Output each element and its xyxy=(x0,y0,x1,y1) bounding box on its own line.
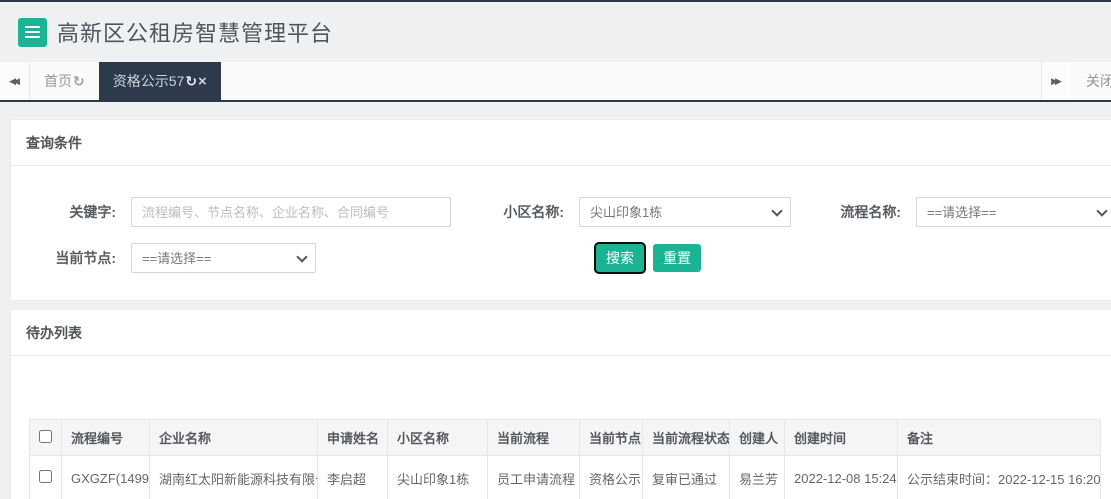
col-create-time: 创建时间 xyxy=(785,420,898,456)
tabs-scroll-left-button[interactable]: ◀◀ xyxy=(0,62,30,100)
table-row[interactable]: GXGZF(14993) 湖南红太阳新能源科技有限公司 李启超 尖山印象1栋 员… xyxy=(30,456,1101,499)
todo-table: 流程编号 企业名称 申请姓名 小区名称 当前流程 当前节点 当前流程状态 创建人… xyxy=(29,419,1101,499)
table-header-row: 流程编号 企业名称 申请姓名 小区名称 当前流程 当前节点 当前流程状态 创建人… xyxy=(30,420,1101,456)
todo-panel-title: 待办列表 xyxy=(11,310,1111,356)
todo-list-panel: 待办列表 流程编号 企业名称 申请姓名 小区名称 当前流程 当前节点 当前流程状… xyxy=(10,309,1111,499)
col-current-node: 当前节点 xyxy=(580,420,643,456)
cell-applicant-name: 李启超 xyxy=(318,456,388,499)
tab-bar: ◀◀ 首页 ↻ 资格公示57 ↻ × ▶▶ 关闭 xyxy=(0,62,1111,102)
row-checkbox[interactable] xyxy=(39,470,52,483)
todo-table-container: 流程编号 企业名称 申请姓名 小区名称 当前流程 当前节点 当前流程状态 创建人… xyxy=(11,356,1111,499)
cell-flow-status: 复审已通过 xyxy=(643,456,730,499)
tabbar-spacer xyxy=(221,62,1041,100)
double-left-arrow-icon: ◀◀ xyxy=(9,76,20,87)
close-icon[interactable]: × xyxy=(198,74,207,89)
tab-home-label: 首页 xyxy=(44,71,72,91)
col-company-name: 企业名称 xyxy=(150,420,318,456)
cell-flow-number: GXGZF(14993) xyxy=(62,456,150,499)
query-panel-title: 查询条件 xyxy=(11,120,1111,166)
community-name-label: 小区名称: xyxy=(451,202,564,222)
query-form: 关键字: 小区名称: 尖山印象1栋 流程名称: ==请选择== xyxy=(11,166,1111,300)
refresh-icon[interactable]: ↻ xyxy=(185,73,197,90)
cell-remark: 公示结束时间：2022-12-15 16:20:43 xyxy=(898,456,1101,499)
cell-current-flow: 员工申请流程 xyxy=(488,456,580,499)
hamburger-menu-icon[interactable] xyxy=(18,18,47,47)
current-node-select[interactable]: ==请选择== xyxy=(131,243,316,273)
main-content: 查询条件 关键字: 小区名称: 尖山印象1栋 流程名称: ==请选择== xyxy=(0,102,1111,499)
double-right-arrow-icon: ▶▶ xyxy=(1051,76,1062,87)
query-conditions-panel: 查询条件 关键字: 小区名称: 尖山印象1栋 流程名称: ==请选择== xyxy=(10,119,1111,301)
col-community-name: 小区名称 xyxy=(388,420,488,456)
col-creator: 创建人 xyxy=(730,420,785,456)
col-current-flow: 当前流程 xyxy=(488,420,580,456)
refresh-icon[interactable]: ↻ xyxy=(73,73,85,90)
close-menu-label: 关闭 xyxy=(1086,71,1111,91)
keyword-input[interactable] xyxy=(131,197,451,227)
search-button[interactable]: 搜索 xyxy=(596,244,644,272)
cell-company-name: 湖南红太阳新能源科技有限公司 xyxy=(150,456,318,499)
page-title: 高新区公租房智慧管理平台 xyxy=(57,16,333,48)
cell-community-name: 尖山印象1栋 xyxy=(388,456,488,499)
cell-create-time: 2022-12-08 15:24:09 xyxy=(785,456,898,499)
community-name-select[interactable]: 尖山印象1栋 xyxy=(579,197,791,227)
col-flow-number: 流程编号 xyxy=(62,420,150,456)
current-node-label: 当前节点: xyxy=(11,248,116,268)
tab-qualification-publicity[interactable]: 资格公示57 ↻ × xyxy=(99,62,221,100)
app-header: 高新区公租房智慧管理平台 xyxy=(0,0,1111,62)
process-name-label: 流程名称: xyxy=(791,202,901,222)
process-name-select[interactable]: ==请选择== xyxy=(916,197,1111,227)
col-remark: 备注 xyxy=(898,420,1101,456)
tab-home[interactable]: 首页 ↻ xyxy=(30,62,99,100)
select-all-checkbox[interactable] xyxy=(39,430,52,443)
tabs-scroll-right-button[interactable]: ▶▶ xyxy=(1041,62,1071,100)
tab-qualification-label: 资格公示57 xyxy=(113,71,185,91)
keyword-label: 关键字: xyxy=(11,202,116,222)
reset-button[interactable]: 重置 xyxy=(653,244,701,272)
col-applicant-name: 申请姓名 xyxy=(318,420,388,456)
cell-current-node: 资格公示 xyxy=(580,456,643,499)
cell-creator: 易兰芳 xyxy=(730,456,785,499)
close-operations-menu[interactable]: 关闭 xyxy=(1071,62,1111,100)
col-flow-status: 当前流程状态 xyxy=(643,420,730,456)
